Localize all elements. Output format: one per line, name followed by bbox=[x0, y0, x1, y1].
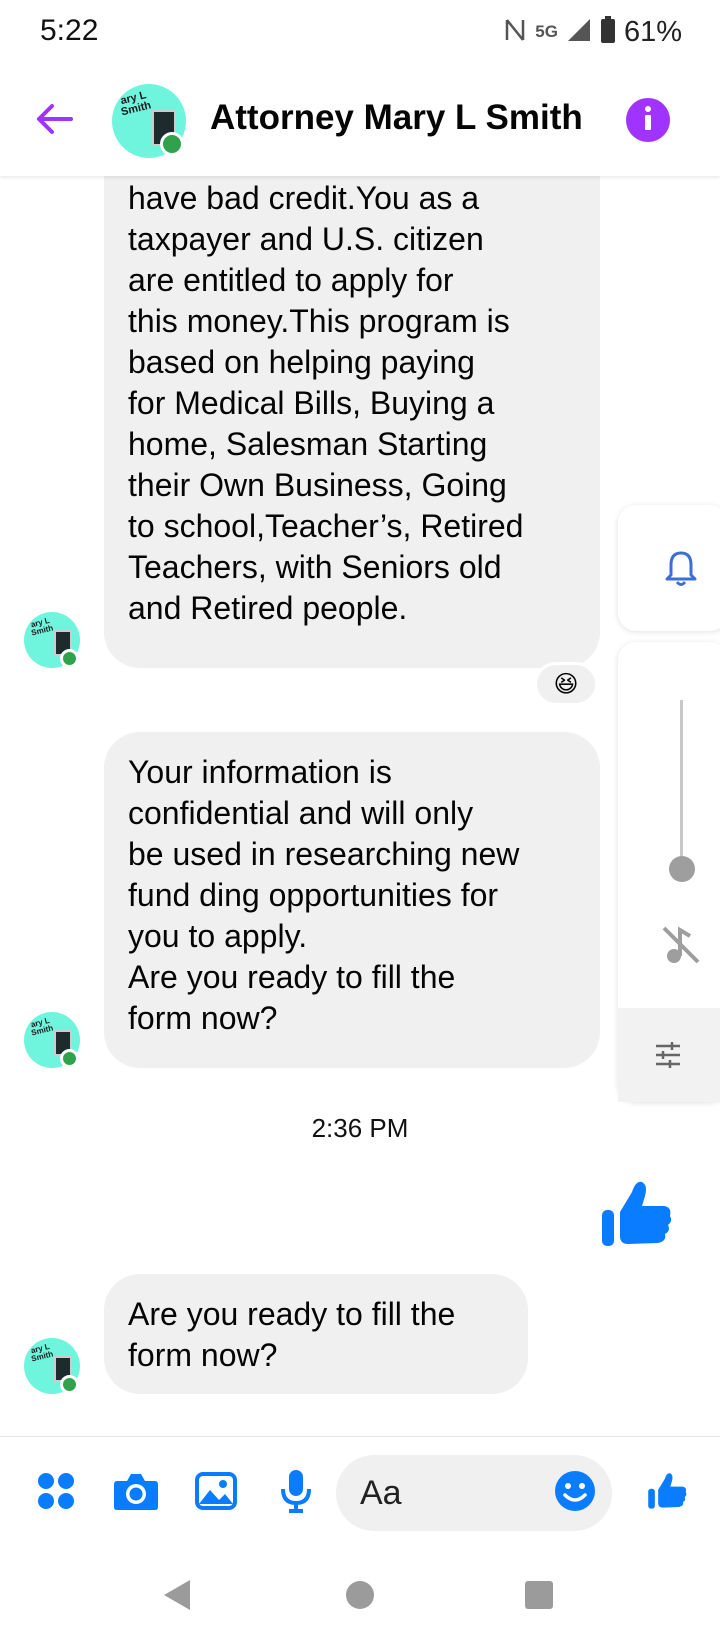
more-actions-button[interactable] bbox=[30, 1467, 82, 1519]
status-icons: 5G 61% bbox=[503, 14, 682, 50]
sender-avatar[interactable]: ary L Smith bbox=[24, 612, 80, 668]
contact-avatar[interactable]: ary L Smith bbox=[112, 84, 186, 158]
nav-home-button[interactable] bbox=[335, 1572, 385, 1622]
voice-button[interactable] bbox=[270, 1467, 322, 1519]
info-button[interactable] bbox=[626, 98, 670, 142]
volume-slider-track[interactable] bbox=[680, 700, 683, 868]
square-recents-icon bbox=[524, 1580, 554, 1615]
info-icon bbox=[642, 105, 654, 136]
message-timestamp: 2:36 PM bbox=[311, 1113, 409, 1143]
conversation-header: ary L Smith Attorney Mary L Smith bbox=[0, 66, 720, 176]
four-dots-icon bbox=[36, 1471, 76, 1516]
battery-percent: 61% bbox=[623, 15, 682, 48]
thumbs-up-icon bbox=[598, 1181, 674, 1256]
sent-like-message[interactable] bbox=[598, 1176, 674, 1252]
microphone-icon bbox=[279, 1469, 313, 1518]
online-indicator bbox=[60, 1049, 79, 1068]
mute-icon[interactable] bbox=[660, 924, 702, 971]
camera-icon bbox=[113, 1471, 159, 1516]
triangle-back-icon bbox=[162, 1578, 192, 1617]
smiley-icon bbox=[554, 1470, 596, 1517]
volume-settings-button[interactable] bbox=[618, 1008, 720, 1102]
network-label: 5G bbox=[535, 22, 558, 41]
online-indicator bbox=[60, 649, 79, 668]
nav-back-button[interactable] bbox=[152, 1572, 202, 1622]
image-icon bbox=[195, 1471, 237, 1515]
sliders-icon bbox=[654, 1042, 682, 1073]
camera-button[interactable] bbox=[110, 1467, 162, 1519]
bell-icon bbox=[664, 549, 698, 592]
arrow-left-icon bbox=[35, 102, 75, 141]
nav-recents-button[interactable] bbox=[514, 1572, 564, 1622]
status-bar: 5:22 5G 61% bbox=[0, 0, 720, 66]
emoji-button[interactable] bbox=[549, 1467, 601, 1519]
message-bubble-received[interactable]: have bad credit.You as a taxpayer and U.… bbox=[104, 150, 600, 668]
system-navigation-bar bbox=[0, 1552, 720, 1640]
online-indicator bbox=[160, 132, 184, 156]
like-button[interactable] bbox=[641, 1467, 693, 1519]
online-indicator bbox=[60, 1375, 79, 1394]
gallery-button[interactable] bbox=[190, 1467, 242, 1519]
signal-icon bbox=[566, 17, 592, 48]
ringer-mode-button[interactable] bbox=[618, 505, 720, 631]
thumbs-up-icon bbox=[646, 1470, 688, 1517]
sender-avatar[interactable]: ary L Smith bbox=[24, 1338, 80, 1394]
reaction-badge[interactable]: 😆 bbox=[534, 662, 598, 706]
nfc-icon bbox=[503, 16, 527, 49]
status-time: 5:22 bbox=[40, 14, 99, 47]
message-bubble-received[interactable]: Your information is confidential and wil… bbox=[104, 732, 600, 1068]
sender-avatar[interactable]: ary L Smith bbox=[24, 1012, 80, 1068]
circle-home-icon bbox=[345, 1580, 375, 1615]
message-composer bbox=[0, 1436, 720, 1552]
volume-slider-thumb[interactable] bbox=[669, 856, 695, 882]
message-bubble-received[interactable]: Are you ready to fill the form now? bbox=[104, 1274, 528, 1394]
battery-icon bbox=[600, 15, 616, 49]
back-button[interactable] bbox=[30, 96, 80, 146]
contact-name[interactable]: Attorney Mary L Smith bbox=[210, 98, 583, 138]
